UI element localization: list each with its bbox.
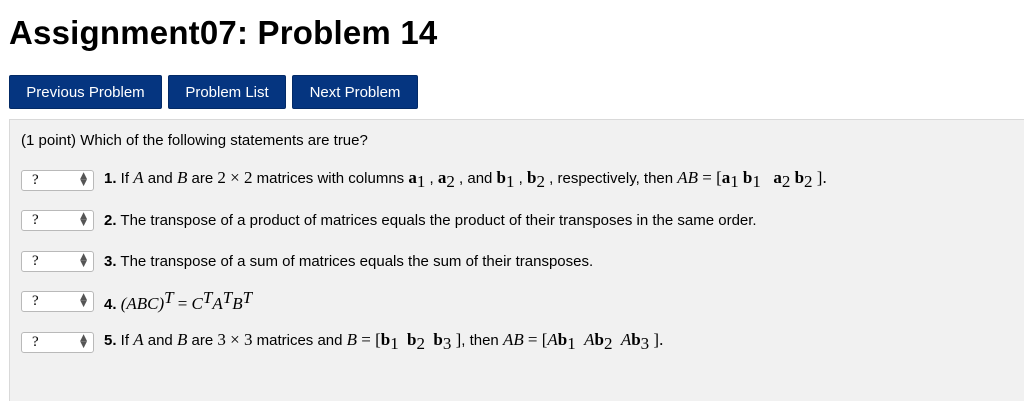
select-value: ? <box>32 292 39 309</box>
answer-select-4[interactable]: ? ▲ ▼ <box>21 290 94 312</box>
next-problem-button[interactable]: Next Problem <box>292 75 418 109</box>
problem-body: (1 point) Which of the following stateme… <box>9 119 1024 401</box>
problem-list-button[interactable]: Problem List <box>168 75 286 109</box>
statement-text-1: 1. If A and B are 2 × 2 matrices with co… <box>104 168 827 191</box>
answer-select-5[interactable]: ? ▲ ▼ <box>21 331 94 353</box>
select-arrows-icon: ▲ ▼ <box>80 292 87 309</box>
statement-row-1: ? ▲ ▼ 1. If A and B are 2 × 2 matrices wi… <box>21 168 827 191</box>
statement-row-3: ? ▲ ▼ 3. The transpose of a sum of matric… <box>21 250 593 272</box>
page-title: Assignment07: Problem 14 <box>9 14 438 51</box>
statement-row-2: ? ▲ ▼ 2. The transpose of a product of ma… <box>21 209 757 231</box>
problem-navigation: Previous Problem Problem List Next Probl… <box>9 75 418 109</box>
statement-text-5: 5. If A and B are 3 × 3 matrices and B =… <box>104 330 664 353</box>
statement-row-5: ? ▲ ▼ 5. If A and B are 3 × 3 matrices an… <box>21 330 664 353</box>
select-value: ? <box>32 171 39 188</box>
statement-number: 1. <box>104 170 117 187</box>
statement-number: 5. <box>104 332 117 349</box>
select-arrows-icon: ▲ ▼ <box>80 211 87 228</box>
statement-text-3: 3. The transpose of a sum of matrices eq… <box>104 252 594 270</box>
select-arrows-icon: ▲ ▼ <box>80 252 87 269</box>
statement-number: 4. <box>104 296 117 313</box>
select-value: ? <box>32 252 39 269</box>
statement-number: 3. <box>104 252 117 270</box>
select-value: ? <box>32 333 39 350</box>
select-value: ? <box>32 211 39 228</box>
answer-select-2[interactable]: ? ▲ ▼ <box>21 209 94 231</box>
statement-text-2: 2. The transpose of a product of matrice… <box>104 211 757 229</box>
previous-problem-button[interactable]: Previous Problem <box>9 75 162 109</box>
answer-select-3[interactable]: ? ▲ ▼ <box>21 250 94 272</box>
statement-row-4: ? ▲ ▼ 4. (ABC)T = CTATBT <box>21 288 253 313</box>
select-arrows-icon: ▲ ▼ <box>80 333 87 350</box>
answer-select-1[interactable]: ? ▲ ▼ <box>21 169 94 191</box>
statement-text-4: 4. (ABC)T = CTATBT <box>104 288 253 313</box>
statement-number: 2. <box>104 211 117 229</box>
problem-intro: (1 point) Which of the following stateme… <box>21 132 368 149</box>
select-arrows-icon: ▲ ▼ <box>80 171 87 188</box>
